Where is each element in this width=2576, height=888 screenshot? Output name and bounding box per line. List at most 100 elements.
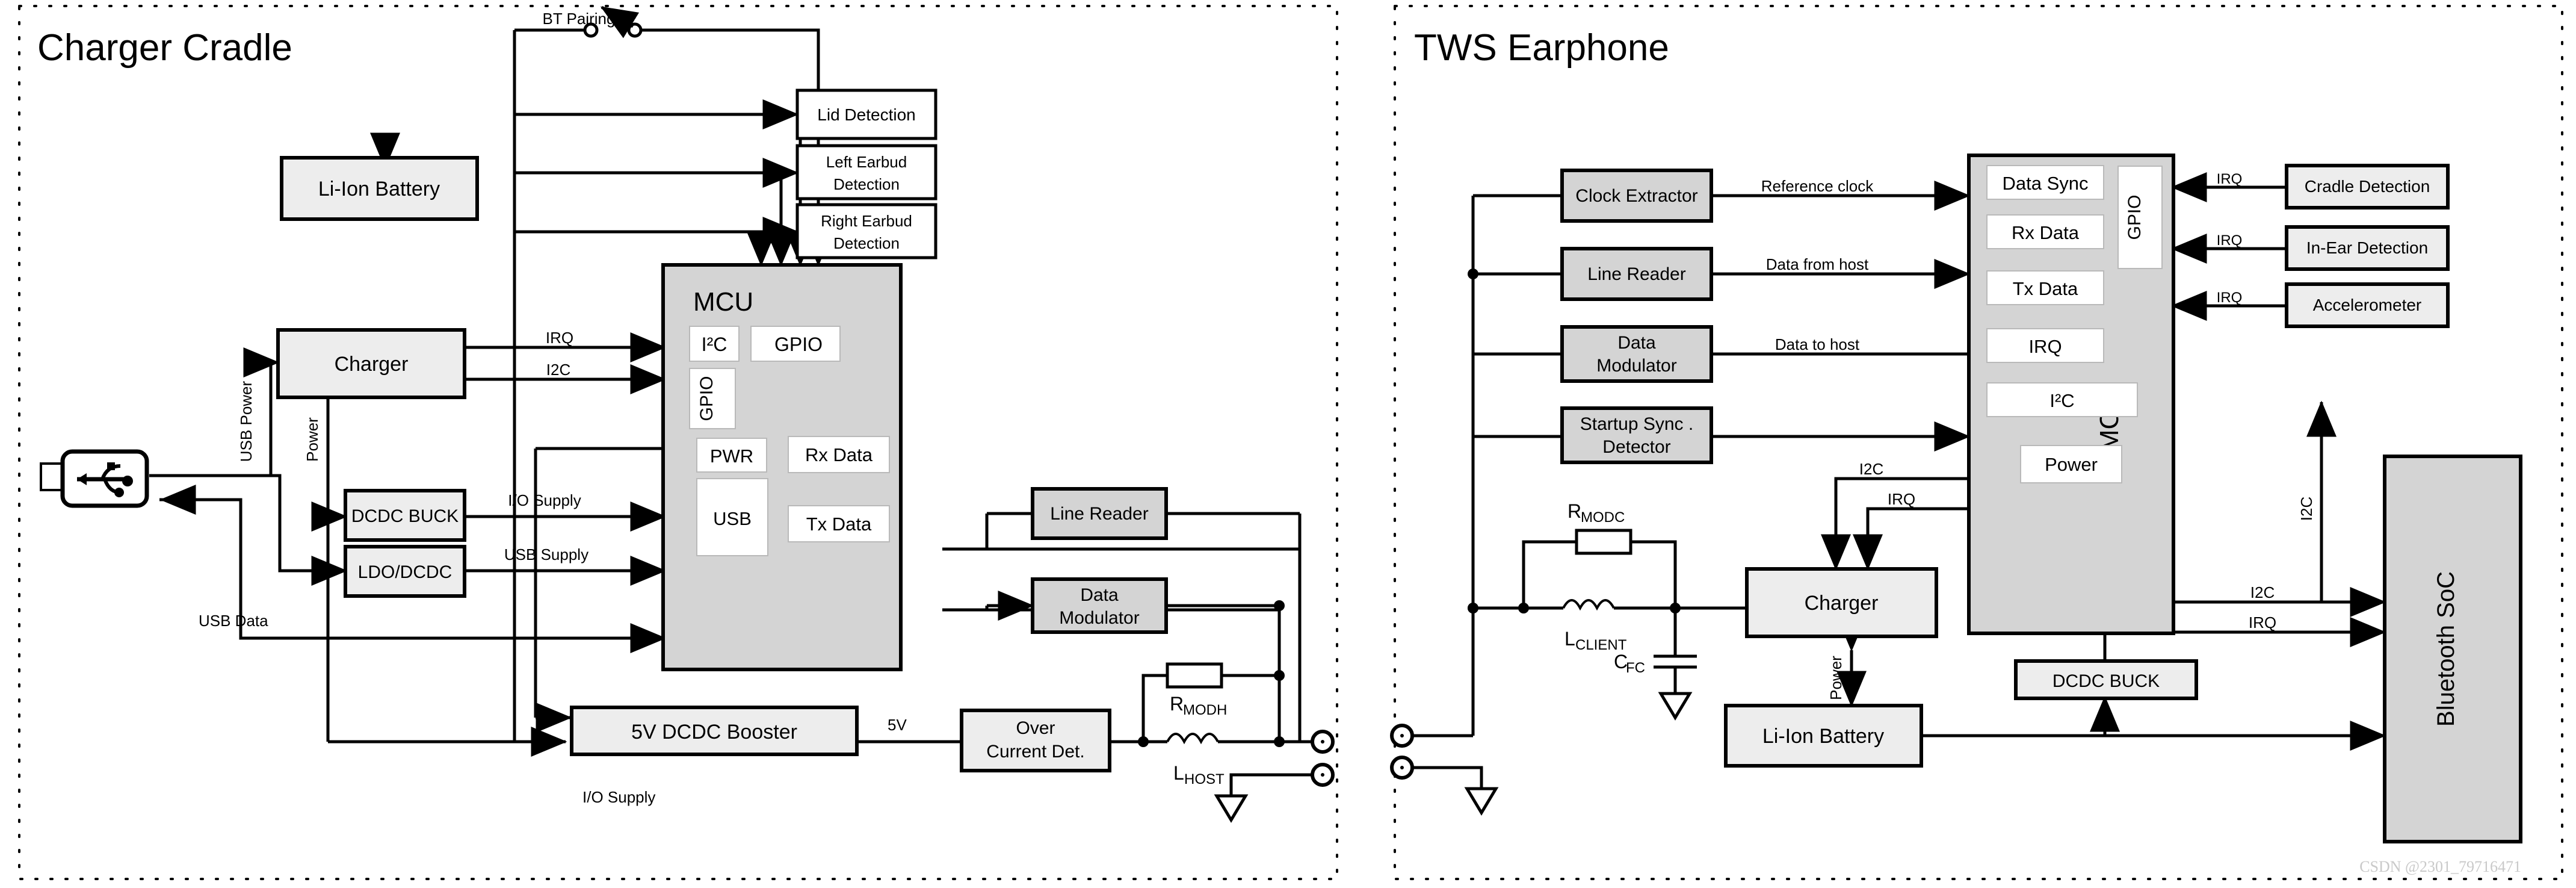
- i2c-charger-label: I2C: [1859, 460, 1883, 478]
- irq-inear-label: IRQ: [2217, 232, 2243, 249]
- rmodh-sub: MODH: [1183, 702, 1227, 718]
- data-modulator-cradle-line1: Data: [1080, 585, 1119, 605]
- usb-power-label: USB Power: [237, 380, 255, 462]
- data-modulator-cradle-line2: Modulator: [1059, 608, 1139, 628]
- irq-accel-label: IRQ: [2217, 290, 2243, 306]
- terminal-pad-dot: [1400, 766, 1404, 769]
- bt-pairing-label: BT Pairing: [543, 10, 616, 28]
- wire-usb-power: [149, 347, 280, 477]
- mcu-sub-pwr-label: PWR: [710, 446, 753, 467]
- mcu-cradle-label: MCU: [693, 287, 753, 317]
- terminal-pad-dot: [1321, 773, 1324, 777]
- wire-terminal-gnd: [1229, 773, 1312, 796]
- wire-bt-pairing-to-mcu: [639, 28, 833, 267]
- rmodh-label: R: [1170, 693, 1184, 715]
- wire-rmodh-loop: [1141, 674, 1169, 742]
- irq-soc-label: IRQ: [2249, 613, 2276, 632]
- mcu-tws-power-label: Power: [2045, 454, 2098, 475]
- cfc-sub: FC: [1626, 660, 1645, 676]
- lhost-sub: HOST: [1184, 771, 1225, 787]
- data-from-host-label: Data from host: [1766, 255, 1869, 273]
- wire-usb-data-out: [149, 474, 346, 573]
- wire-rmodc-arm-left: [1522, 540, 1578, 608]
- rmodc-sub: MODC: [1581, 509, 1625, 526]
- mcu-sub-rx-data-label: Rx Data: [805, 444, 873, 465]
- mcu-tws-rx-data-label: Rx Data: [2012, 222, 2080, 243]
- junction-dot: [1138, 736, 1149, 747]
- left-earbud-detection-line1: Left Earbud: [826, 153, 907, 171]
- line-reader-cradle-label: Line Reader: [1050, 504, 1148, 524]
- five-volt-label: 5V: [888, 716, 907, 734]
- io-supply-bottom-label: I/O Supply: [582, 788, 655, 806]
- resistor-rmodh: [1166, 662, 1223, 689]
- wire-tws-terminal-gnd: [1413, 766, 1483, 789]
- ground-icon: [1464, 787, 1499, 816]
- inductor-lhost: [1166, 733, 1219, 745]
- data-modulator-tws-line1: Data: [1617, 333, 1656, 353]
- in-ear-detection-label: In-Ear Detection: [2306, 238, 2428, 257]
- rmodc-label: R: [1568, 500, 1581, 522]
- irq-label: IRQ: [546, 329, 573, 347]
- irq-cradle-label: IRQ: [2217, 171, 2243, 187]
- wire-irq-to-charger: [1853, 494, 2004, 571]
- ground-icon: [1658, 692, 1693, 721]
- i2c-label: I2C: [546, 361, 570, 379]
- diagram-canvas: Charger Cradle TWS Earphone BT Pairing P…: [0, 0, 2576, 888]
- mcu-sub-i2c-label: I²C: [702, 334, 727, 355]
- ldo-dcdc-label: LDO/DCDC: [358, 562, 452, 582]
- bluetooth-soc-label: Bluetooth SoC: [2433, 571, 2459, 727]
- i2c-soc-label: I2C: [2250, 583, 2275, 601]
- usb-supply-label: USB Supply: [504, 545, 588, 564]
- ground-icon: [1214, 794, 1249, 823]
- irq-charger-label: IRQ: [1888, 490, 1915, 508]
- lclient-label: L: [1564, 628, 1575, 650]
- power-charger-tws-label: Power: [1827, 656, 1845, 700]
- line-reader-tws-label: Line Reader: [1587, 264, 1685, 284]
- left-earbud-detection-line2: Detection: [833, 175, 900, 193]
- dcdc-buck-label: DCDC BUCK: [351, 506, 459, 526]
- wire-rmodh-right: [1222, 674, 1281, 742]
- mcu-sub-tx-data-label: Tx Data: [806, 514, 872, 535]
- charger-cradle-title: Charger Cradle: [37, 27, 292, 69]
- accelerometer-label: Accelerometer: [2313, 296, 2422, 314]
- usb-data-label: USB Data: [199, 612, 268, 630]
- mcu-tws-i2c-label: I²C: [2049, 390, 2074, 411]
- mcu-tws-gpio-label: GPIO: [2125, 194, 2145, 240]
- i2c-accel-label: I2C: [2297, 497, 2315, 521]
- dcdc-buck-tws-label: DCDC BUCK: [2052, 671, 2160, 691]
- startup-sync-line1: Startup Sync .: [1580, 414, 1693, 434]
- lhost-label: L: [1173, 762, 1184, 784]
- right-earbud-detection-line1: Right Earbud: [821, 212, 912, 230]
- reference-clock-label: Reference clock: [1761, 177, 1874, 195]
- inductor-lclient: [1562, 599, 1615, 611]
- over-current-line1: Over: [1016, 718, 1055, 738]
- wire-lid-to-mcu: [700, 113, 815, 267]
- terminal-pad-dot: [1321, 740, 1324, 744]
- mcu-sub-usb-label: USB: [713, 508, 752, 529]
- startup-sync-line2: Detector: [1602, 437, 1670, 457]
- tws-earphone-title: TWS Earphone: [1414, 27, 1669, 69]
- resistor-rmodc: [1575, 529, 1632, 555]
- mcu-sub-gpio-top-label: GPIO: [774, 334, 823, 355]
- wire-leftbud-to-mcu: [700, 171, 796, 267]
- terminal-pad-dot: [1400, 734, 1404, 737]
- mcu-tws-data-sync-label: Data Sync: [2002, 173, 2088, 194]
- watermark-text: CSDN @2301_79716471: [2359, 858, 2521, 875]
- mcu-tws-tx-data-label: Tx Data: [2013, 278, 2078, 299]
- charger-label: Charger: [335, 353, 409, 376]
- mcu-tws-irq-label: IRQ: [2028, 336, 2062, 357]
- li-ion-battery-label: Li-Ion Battery: [318, 178, 440, 200]
- over-current-line2: Current Det.: [986, 742, 1084, 762]
- li-ion-battery-tws-label: Li-Ion Battery: [1762, 725, 1884, 748]
- right-earbud-detection-line2: Detection: [833, 234, 900, 252]
- clock-extractor-label: Clock Extractor: [1575, 186, 1697, 206]
- power-charger-label: Power: [303, 417, 321, 462]
- cradle-detection-label: Cradle Detection: [2305, 177, 2430, 196]
- lid-detection-label: Lid Detection: [817, 105, 915, 124]
- data-to-host-label: Data to host: [1775, 335, 1860, 353]
- data-modulator-tws-line2: Modulator: [1596, 356, 1676, 376]
- wire-rmodc-arm-right: [1629, 540, 1677, 608]
- charger-tws-label: Charger: [1805, 592, 1879, 615]
- io-supply-label: I/O Supply: [508, 491, 581, 509]
- mcu-sub-gpio-side-label: GPIO: [697, 376, 717, 421]
